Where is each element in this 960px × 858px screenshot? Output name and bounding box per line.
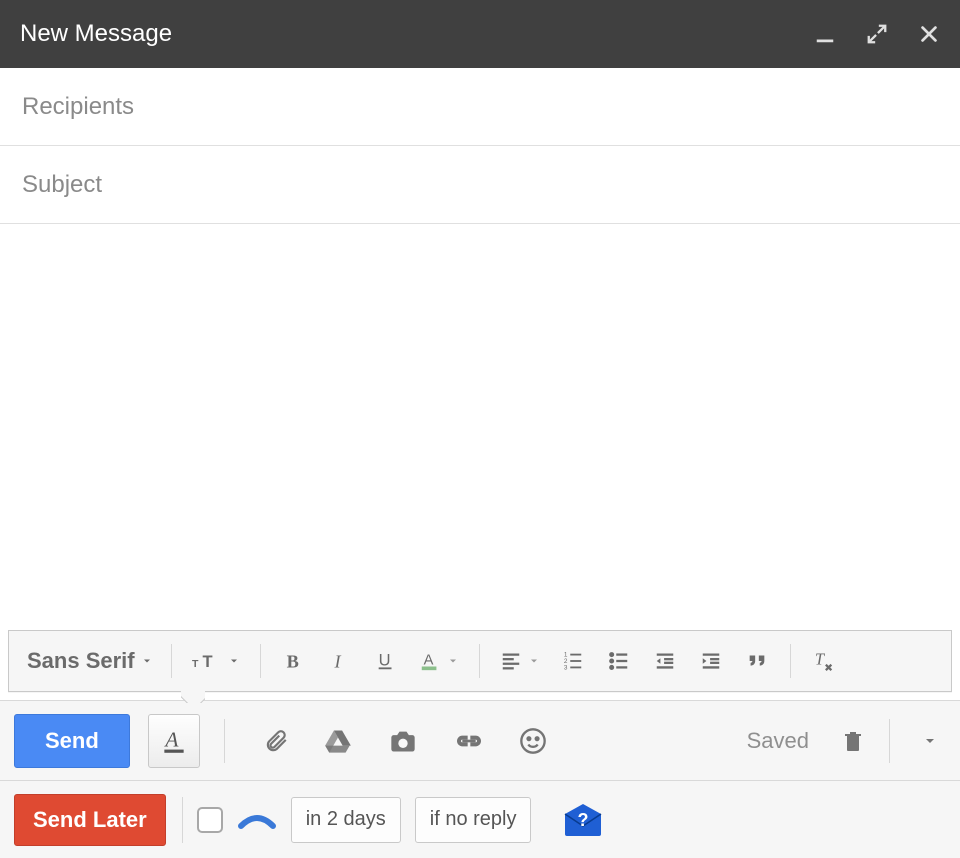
separator (171, 644, 172, 678)
numbered-list-button[interactable]: 123 (554, 641, 592, 681)
window-title: New Message (20, 20, 814, 48)
action-bar: Send A Saved (0, 700, 960, 780)
titlebar: New Message (0, 0, 960, 68)
formatting-toolbar-wrap: Sans Serif T T B I U A (0, 630, 960, 700)
compose-window: New Message (0, 0, 960, 858)
subject-row[interactable] (0, 146, 960, 224)
svg-text:U: U (378, 652, 390, 670)
send-later-condition-chip[interactable]: if no reply (415, 797, 532, 843)
send-later-checkbox[interactable] (197, 807, 223, 833)
underline-button[interactable]: U (367, 641, 405, 681)
discard-icon[interactable] (841, 727, 865, 755)
send-button[interactable]: Send (14, 714, 130, 768)
toolbar-pointer (181, 691, 205, 703)
indent-more-button[interactable] (692, 641, 730, 681)
italic-button[interactable]: I (321, 641, 359, 681)
font-family-label: Sans Serif (27, 648, 135, 674)
bold-button[interactable]: B (275, 641, 313, 681)
boomerang-icon (237, 808, 277, 832)
attachment-icons (263, 726, 547, 756)
more-options-icon[interactable] (914, 733, 946, 749)
message-body[interactable] (0, 224, 960, 630)
chevron-down-icon (447, 655, 459, 667)
separator (790, 644, 791, 678)
link-icon[interactable] (453, 731, 485, 751)
send-later-controls: in 2 days if no reply (182, 797, 532, 843)
drive-icon[interactable] (323, 727, 353, 755)
remove-formatting-button[interactable]: T (805, 641, 843, 681)
formatting-toggle-button[interactable]: A (148, 714, 200, 768)
svg-text:T: T (192, 658, 199, 670)
svg-text:A: A (423, 653, 433, 669)
photo-icon[interactable] (387, 727, 419, 755)
align-button[interactable] (494, 641, 546, 681)
minimize-icon[interactable] (814, 23, 836, 45)
bulleted-list-button[interactable] (600, 641, 638, 681)
separator (224, 719, 225, 763)
formatting-toolbar: Sans Serif T T B I U A (8, 630, 952, 692)
chevron-down-icon (141, 655, 153, 667)
recipients-row[interactable] (0, 68, 960, 146)
separator (479, 644, 480, 678)
svg-text:T: T (202, 653, 212, 671)
svg-text:I: I (333, 651, 341, 671)
chevron-down-icon (228, 655, 240, 667)
expand-icon[interactable] (866, 23, 888, 45)
text-color-button[interactable]: A (413, 641, 465, 681)
chevron-down-icon (528, 655, 540, 667)
formatting-icon: A (161, 726, 187, 756)
font-size-select[interactable]: T T (186, 641, 246, 681)
send-later-time-chip[interactable]: in 2 days (291, 797, 401, 843)
emoji-icon[interactable] (519, 727, 547, 755)
svg-text:T: T (814, 650, 825, 669)
svg-text:A: A (163, 727, 179, 751)
svg-text:3: 3 (563, 664, 567, 671)
quote-button[interactable] (738, 641, 776, 681)
close-icon[interactable] (918, 23, 940, 45)
window-controls (814, 23, 940, 45)
saved-status: Saved (747, 728, 809, 754)
separator (260, 644, 261, 678)
help-envelope-icon[interactable]: ? (563, 802, 603, 838)
subject-input[interactable] (20, 170, 940, 200)
font-family-select[interactable]: Sans Serif (21, 641, 157, 681)
send-later-bar: Send Later in 2 days if no reply ? (0, 780, 960, 858)
send-later-button[interactable]: Send Later (14, 794, 166, 846)
indent-less-button[interactable] (646, 641, 684, 681)
svg-text:?: ? (578, 810, 589, 830)
svg-text:B: B (286, 651, 298, 671)
recipients-input[interactable] (20, 92, 940, 122)
attach-file-icon[interactable] (263, 726, 289, 756)
separator (889, 719, 890, 763)
